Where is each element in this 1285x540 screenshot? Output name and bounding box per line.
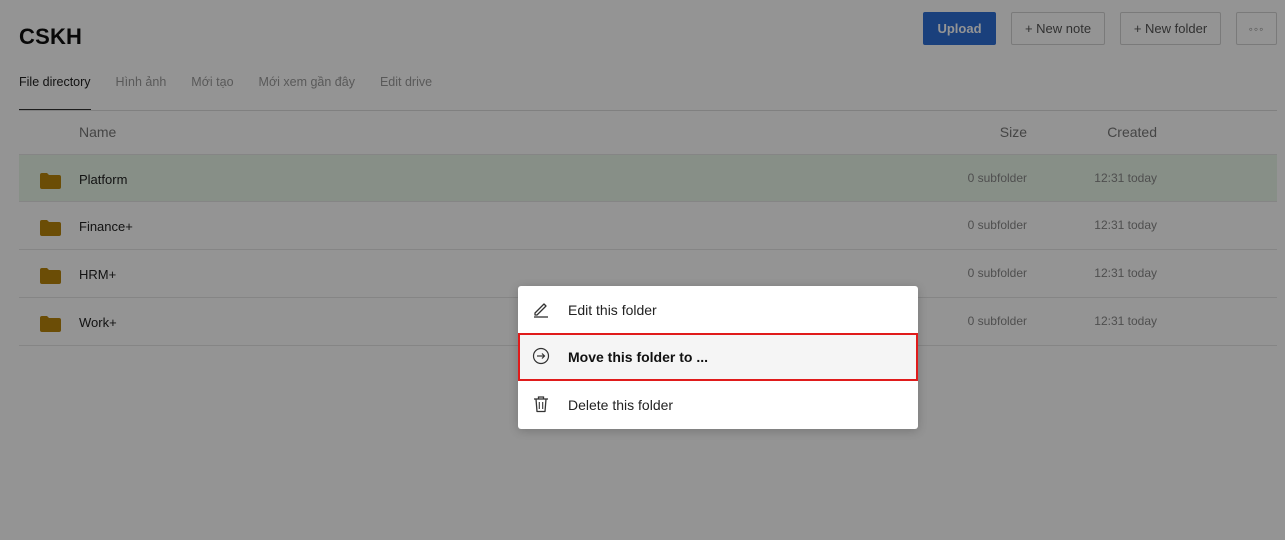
arrow-circle-right-icon — [532, 347, 550, 365]
folder-context-menu: Edit this folder Move this folder to ...… — [518, 286, 918, 429]
move-folder-label: Move this folder to ... — [568, 349, 709, 365]
delete-folder-menu-item[interactable]: Delete this folder — [518, 381, 918, 429]
pencil-icon — [534, 303, 548, 318]
trash-icon — [534, 396, 548, 413]
file-manager-page: CSKH Upload + New note + New folder ◦◦◦ … — [0, 0, 1285, 540]
modal-backdrop[interactable] — [0, 0, 1285, 540]
edit-folder-menu-item[interactable]: Edit this folder — [518, 286, 918, 334]
move-folder-menu-item[interactable]: Move this folder to ... — [518, 333, 918, 381]
delete-folder-label: Delete this folder — [568, 397, 674, 413]
edit-folder-label: Edit this folder — [568, 302, 657, 318]
